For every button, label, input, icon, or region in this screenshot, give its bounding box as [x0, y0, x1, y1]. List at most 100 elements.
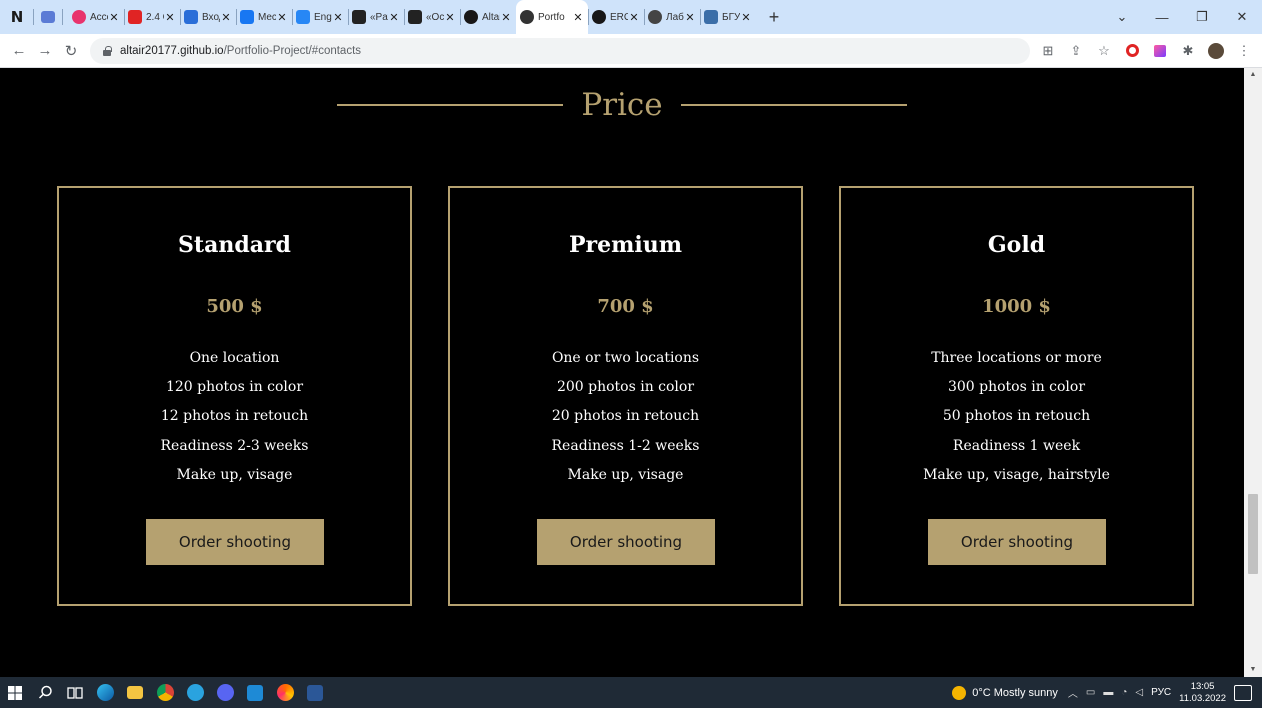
- pinned-tab-icon[interactable]: [39, 8, 57, 26]
- browser-tab[interactable]: Mecce✕: [236, 0, 292, 34]
- notifications-icon[interactable]: [1234, 684, 1252, 701]
- tab-close-icon[interactable]: ✕: [388, 11, 400, 24]
- browser-tab[interactable]: Altair✕: [460, 0, 516, 34]
- profile-avatar[interactable]: [1208, 42, 1224, 59]
- share-icon[interactable]: ⇪: [1068, 43, 1084, 59]
- tab-close-icon[interactable]: ✕: [276, 11, 288, 24]
- clock[interactable]: 13:05 11.03.2022: [1179, 681, 1226, 705]
- tab-close-icon[interactable]: ✕: [684, 11, 696, 24]
- page-scrollbar[interactable]: ▲ ▼: [1244, 68, 1262, 677]
- wifi-icon[interactable]: ◔: [1121, 687, 1127, 698]
- feature-item: Readiness 1 week: [952, 437, 1081, 454]
- feature-list: Three locations or more 300 photos in co…: [841, 344, 1192, 490]
- tab-title: Лабор: [666, 11, 684, 23]
- card-name: Gold: [987, 232, 1046, 258]
- extensions-puzzle-icon[interactable]: ✱: [1180, 43, 1196, 59]
- tab-search-icon[interactable]: ⌄: [1102, 9, 1142, 25]
- order-shooting-button[interactable]: Order shooting: [537, 519, 715, 565]
- file-explorer-icon[interactable]: [120, 677, 150, 708]
- scroll-down-arrow-icon[interactable]: ▼: [1244, 663, 1262, 677]
- weather-sun-icon[interactable]: [952, 685, 967, 700]
- browser-tab[interactable]: «Patai✕: [348, 0, 404, 34]
- order-shooting-button[interactable]: Order shooting: [146, 519, 324, 565]
- tab-title: Altair: [482, 11, 500, 23]
- tab-title: БГУИР: [722, 11, 740, 23]
- telegram-icon[interactable]: [180, 677, 210, 708]
- weather-text[interactable]: 0°C Mostly sunny: [972, 687, 1058, 699]
- feature-item: Make up, visage, hairstyle: [923, 466, 1110, 483]
- task-view-icon[interactable]: [60, 677, 90, 708]
- browser-tab[interactable]: Входя✕: [180, 0, 236, 34]
- browser-tab[interactable]: БГУИР✕: [700, 0, 756, 34]
- scrollbar-thumb[interactable]: [1248, 494, 1258, 574]
- opera-extension-icon[interactable]: [1124, 43, 1140, 59]
- word-icon[interactable]: [300, 677, 330, 708]
- clock-time: 13:05: [1190, 680, 1215, 692]
- price-card-standard: Standard 500 $ One location 120 photos i…: [57, 186, 412, 606]
- tab-close-icon[interactable]: ✕: [500, 11, 512, 24]
- url-host: altair20177.github.io: [120, 44, 224, 57]
- menu-kebab-icon[interactable]: ⋮: [1236, 43, 1252, 59]
- feature-item: 12 photos in retouch: [160, 408, 309, 425]
- feature-item: 200 photos in color: [556, 379, 695, 396]
- tab-close-icon[interactable]: ✕: [220, 11, 232, 24]
- address-bar[interactable]: altair20177.github.io/Portfolio-Project/…: [90, 37, 1030, 64]
- browser-tab[interactable]: «Octa✕: [404, 0, 460, 34]
- app-icon[interactable]: [270, 677, 300, 708]
- browser-tab[interactable]: Englis✕: [292, 0, 348, 34]
- windows-start-icon[interactable]: [0, 677, 30, 708]
- search-icon[interactable]: [30, 677, 60, 708]
- lock-icon[interactable]: [102, 45, 112, 56]
- battery-icon[interactable]: ▬: [1103, 687, 1113, 698]
- scroll-up-arrow-icon[interactable]: ▲: [1244, 68, 1262, 82]
- feature-item: Make up, visage: [176, 466, 293, 483]
- section-title: Price: [581, 87, 663, 123]
- edge-browser-icon[interactable]: [90, 677, 120, 708]
- tab-title: 2.4 Gi: [146, 11, 164, 23]
- feature-item: One or two locations: [551, 350, 700, 366]
- tab-close-icon[interactable]: ✕: [628, 11, 640, 24]
- tab-list: Accou✕2.4 Gi✕Входя✕Mecce✕Englis✕«Patai✕«…: [68, 0, 756, 34]
- reload-icon[interactable]: ↻: [58, 42, 84, 60]
- feature-item: Three locations or more: [931, 350, 1102, 366]
- tab-close-icon[interactable]: ✕: [740, 11, 752, 24]
- tab-title: Mecce: [258, 11, 276, 23]
- browser-tab[interactable]: Accou✕: [68, 0, 124, 34]
- tab-close-icon[interactable]: ✕: [572, 11, 584, 24]
- minimize-icon[interactable]: —: [1142, 10, 1182, 25]
- new-tab-button[interactable]: +: [764, 7, 784, 28]
- notion-icon[interactable]: N: [6, 6, 28, 28]
- network-icon[interactable]: ▭: [1086, 687, 1095, 698]
- tab-divider: [62, 9, 63, 25]
- forward-icon[interactable]: →: [32, 42, 58, 59]
- volume-icon[interactable]: ◁: [1135, 687, 1143, 698]
- feature-item: 300 photos in color: [947, 379, 1086, 396]
- tab-close-icon[interactable]: ✕: [332, 11, 344, 24]
- price-section-header: Price: [0, 82, 1244, 128]
- language-indicator[interactable]: РУС: [1151, 687, 1171, 698]
- browser-tab[interactable]: 2.4 Gi✕: [124, 0, 180, 34]
- restore-icon[interactable]: ❐: [1182, 9, 1222, 25]
- back-icon[interactable]: ←: [6, 42, 32, 59]
- chrome-browser-icon[interactable]: [150, 677, 180, 708]
- translate-icon[interactable]: ⊞: [1040, 43, 1056, 59]
- vscode-icon[interactable]: [240, 677, 270, 708]
- bookmark-star-icon[interactable]: ☆: [1096, 43, 1112, 59]
- close-window-icon[interactable]: ✕: [1222, 9, 1262, 25]
- tab-favicon-icon: [184, 10, 198, 24]
- browser-toolbar: ← → ↻ altair20177.github.io/Portfolio-Pr…: [0, 34, 1262, 68]
- order-shooting-button[interactable]: Order shooting: [928, 519, 1106, 565]
- tab-close-icon[interactable]: ✕: [444, 11, 456, 24]
- browser-tab[interactable]: ERGOI✕: [588, 0, 644, 34]
- url-path: /Portfolio-Project/#contacts: [223, 44, 362, 57]
- discord-icon[interactable]: [210, 677, 240, 708]
- extension-icon[interactable]: [1152, 43, 1168, 59]
- browser-tab[interactable]: Лабор✕: [644, 0, 700, 34]
- tab-close-icon[interactable]: ✕: [108, 11, 120, 24]
- show-hidden-icons-chevron-icon[interactable]: ︿: [1068, 685, 1078, 700]
- tab-close-icon[interactable]: ✕: [164, 11, 176, 24]
- window-controls: ⌄ — ❐ ✕: [1102, 0, 1262, 34]
- browser-tab[interactable]: Portfo ✕: [516, 0, 588, 34]
- feature-item: Make up, visage: [567, 466, 684, 483]
- tab-favicon-icon: [648, 10, 662, 24]
